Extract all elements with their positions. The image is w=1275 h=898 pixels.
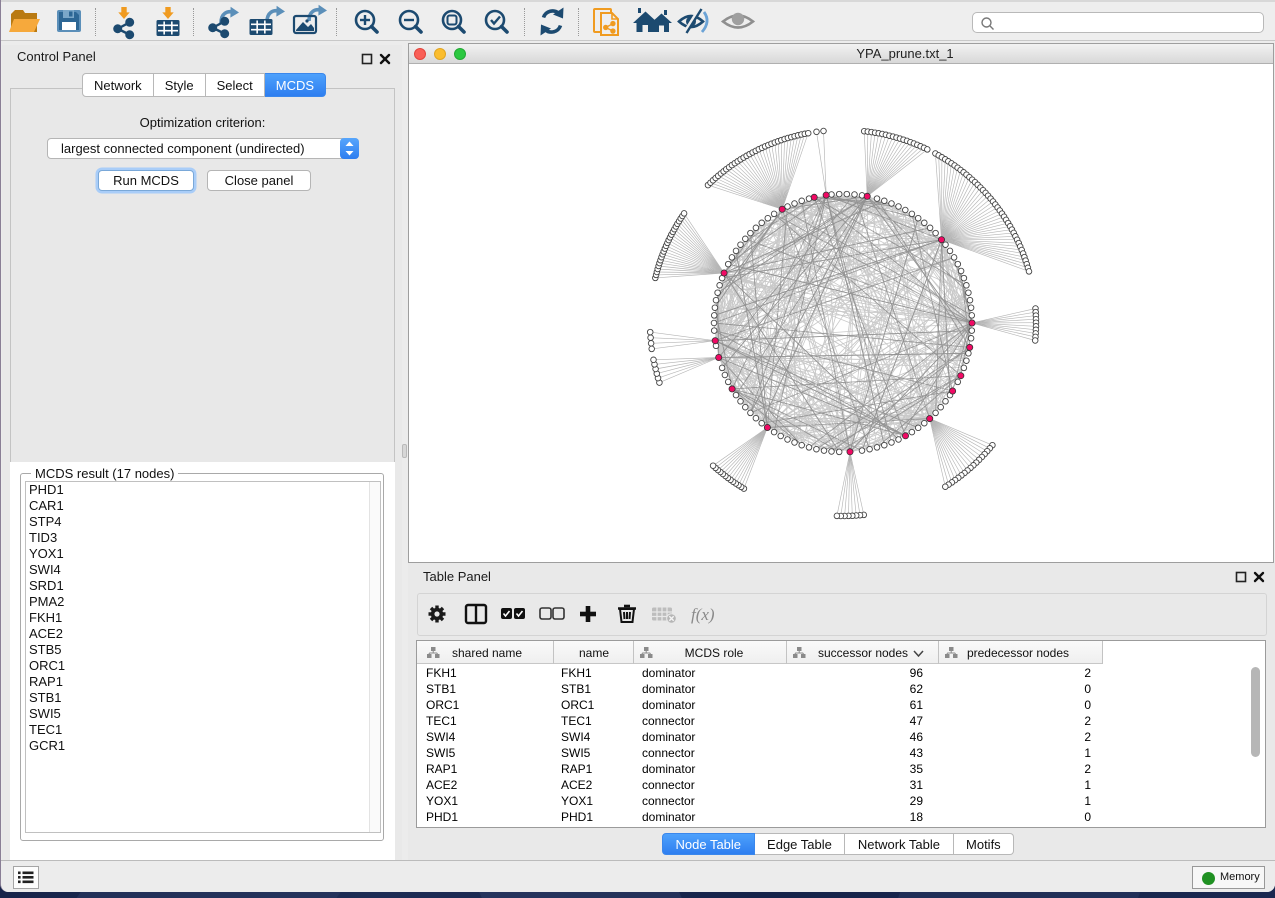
svg-text:successor nodes: successor nodes: [818, 646, 908, 660]
svg-text:shared name: shared name: [452, 646, 522, 660]
svg-text:MCDS role: MCDS role: [685, 646, 744, 660]
svg-text:name: name: [579, 646, 609, 660]
svg-text:predecessor nodes: predecessor nodes: [967, 646, 1069, 660]
svg-text:f(x): f(x): [691, 605, 715, 624]
